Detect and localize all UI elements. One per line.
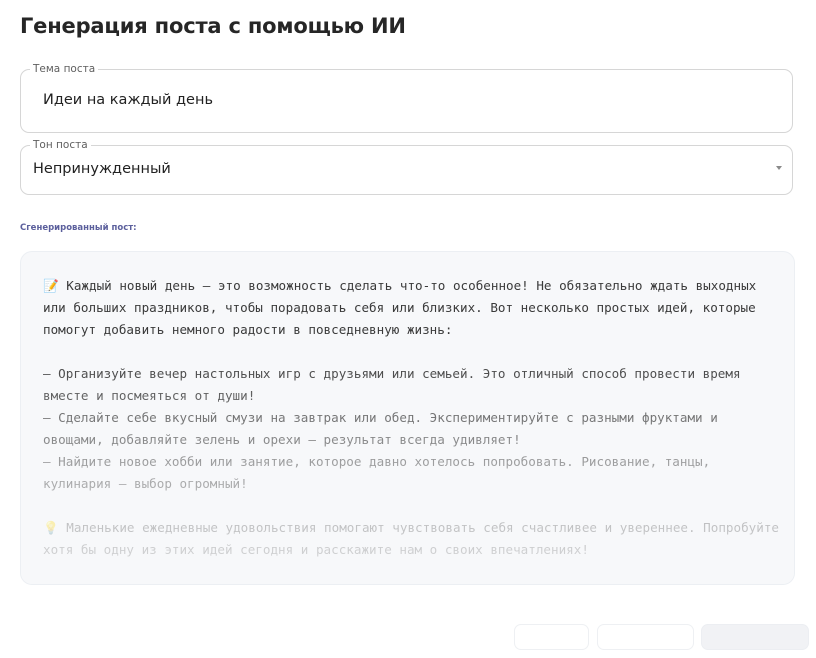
generated-post-label: Сгенерированный пост: — [20, 223, 137, 233]
action-button-1[interactable] — [514, 624, 589, 650]
post-paragraph-outro: 💡 Маленькие ежедневные удовольствия помо… — [43, 520, 787, 557]
topic-field-label: Тема поста — [30, 62, 99, 76]
topic-field[interactable]: Тема поста Идеи на каждый день — [20, 62, 793, 133]
page-title: Генерация поста с помощью ИИ — [20, 14, 406, 38]
tone-select[interactable]: Тон поста Непринужденный — [20, 138, 793, 195]
post-list-item-3: – Найдите новое хобби или занятие, котор… — [43, 454, 718, 491]
tone-selected-value[interactable]: Непринужденный — [33, 161, 171, 177]
post-list-item-2: – Сделайте себе вкусный смузи на завтрак… — [43, 410, 726, 447]
action-button-2[interactable] — [597, 624, 694, 650]
dropdown-arrow-icon[interactable] — [776, 166, 782, 170]
post-paragraph-intro: 📝 Каждый новый день — это возможность сд… — [43, 278, 764, 337]
post-spacer — [43, 341, 780, 363]
action-button-primary[interactable] — [701, 624, 809, 650]
post-spacer — [43, 495, 780, 517]
topic-input[interactable]: Идеи на каждый день — [43, 92, 213, 108]
tone-select-label: Тон поста — [30, 138, 91, 152]
post-list-item-1: – Организуйте вечер настольных игр с дру… — [43, 366, 749, 403]
generated-post-text: 📝 Каждый новый день — это возможность сд… — [43, 275, 780, 561]
generated-post-area[interactable]: 📝 Каждый новый день — это возможность сд… — [20, 251, 795, 585]
